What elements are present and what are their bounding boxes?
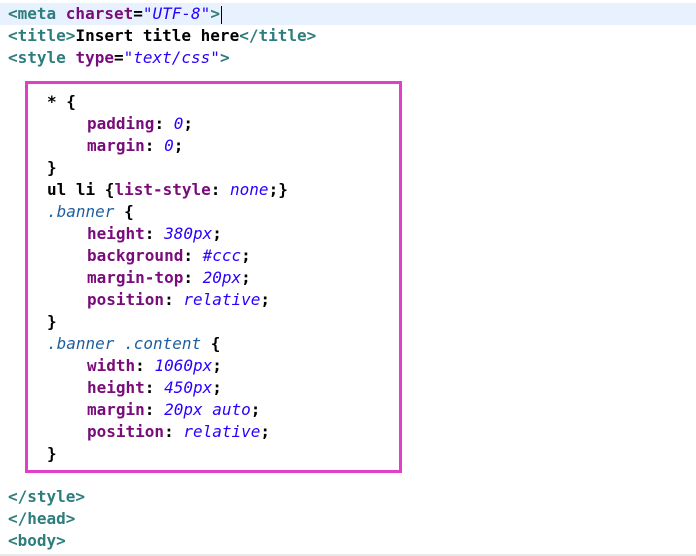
semicolon: ; bbox=[173, 136, 184, 155]
property-name: position bbox=[87, 290, 165, 309]
property-value: 450px bbox=[164, 378, 213, 397]
css-line-margin[interactable]: margin: 0; bbox=[87, 135, 183, 157]
css-line-position[interactable]: position: relative; bbox=[87, 289, 270, 311]
colon: : bbox=[164, 290, 184, 309]
style-open-tag: <style bbox=[8, 48, 76, 67]
colon: : bbox=[144, 136, 165, 155]
ul-li-selector: ul li { bbox=[47, 180, 115, 199]
css-line-width[interactable]: width: 1060px; bbox=[87, 355, 222, 377]
head-close-tag: </head> bbox=[8, 509, 76, 528]
closing-brace: } bbox=[47, 158, 57, 177]
css-line-position[interactable]: position: relative; bbox=[87, 421, 270, 443]
title-text: Insert title here bbox=[75, 26, 240, 45]
meta-close: > bbox=[210, 4, 220, 23]
property-name: margin-top bbox=[87, 268, 184, 287]
meta-value: "UTF-8" bbox=[142, 4, 211, 23]
semicolon: ; bbox=[212, 356, 222, 375]
css-line-banner-selector[interactable]: .banner { bbox=[47, 201, 134, 223]
closing-brace: } bbox=[47, 444, 57, 463]
universal-selector: * { bbox=[47, 92, 76, 111]
style-eq: = bbox=[113, 48, 124, 67]
colon: : bbox=[164, 422, 184, 441]
semicolon: ; bbox=[260, 290, 271, 309]
opening-brace: { bbox=[114, 202, 134, 221]
colon: : bbox=[154, 114, 174, 133]
meta-attr: charset bbox=[65, 4, 134, 23]
body-open-tag: <body> bbox=[8, 531, 66, 550]
property-name: height bbox=[87, 378, 145, 397]
css-line-margin-top[interactable]: margin-top: 20px; bbox=[87, 267, 251, 289]
semicolon: ; bbox=[212, 378, 222, 397]
semicolon: ; bbox=[250, 400, 261, 419]
colon: : bbox=[210, 180, 231, 199]
code-line-style-open[interactable]: <style type="text/css"> bbox=[8, 47, 230, 69]
code-line-head-close[interactable]: </head> bbox=[8, 508, 75, 530]
code-editor[interactable]: <meta charset="UTF-8"> <title>Insert tit… bbox=[0, 0, 696, 556]
css-line-universal-end[interactable]: } bbox=[47, 157, 57, 179]
css-line-height[interactable]: height: 450px; bbox=[87, 377, 222, 399]
property-value: relative bbox=[183, 290, 261, 309]
css-line-height[interactable]: height: 380px; bbox=[87, 223, 222, 245]
property-value: 380px bbox=[164, 224, 213, 243]
css-line-universal-selector[interactable]: * { bbox=[47, 91, 76, 113]
semicolon: ; bbox=[241, 268, 251, 287]
property-name: list-style bbox=[114, 180, 211, 199]
css-line-padding[interactable]: padding: 0; bbox=[87, 113, 193, 135]
property-name: width bbox=[87, 356, 136, 375]
property-value: #ccc bbox=[202, 246, 242, 265]
style-value: "text/css" bbox=[123, 48, 220, 67]
css-line-banner-content-selector[interactable]: .banner .content { bbox=[47, 333, 220, 355]
meta-open-tag: <meta bbox=[8, 4, 66, 23]
semicolon: ; bbox=[241, 246, 251, 265]
colon: : bbox=[144, 378, 165, 397]
code-line-title[interactable]: <title>Insert title here</title> bbox=[8, 25, 316, 47]
style-close: > bbox=[219, 48, 230, 67]
css-line-ul-li[interactable]: ul li {list-style: none;} bbox=[47, 179, 288, 201]
property-name: position bbox=[87, 422, 165, 441]
property-value: relative bbox=[183, 422, 261, 441]
semicolon: ; bbox=[183, 114, 193, 133]
code-line-style-close[interactable]: </style> bbox=[8, 486, 85, 508]
css-line-margin[interactable]: margin: 20px auto; bbox=[87, 399, 260, 421]
property-value: 0 bbox=[164, 136, 174, 155]
semicolon: ; bbox=[260, 422, 271, 441]
closing-brace: ;} bbox=[268, 180, 288, 199]
code-line-body-open[interactable]: <body> bbox=[8, 530, 66, 552]
property-name: background bbox=[87, 246, 184, 265]
property-value: none bbox=[230, 180, 269, 199]
property-value: 20px bbox=[202, 268, 242, 287]
property-name: padding bbox=[87, 114, 155, 133]
property-name: height bbox=[87, 224, 145, 243]
css-line-background[interactable]: background: #ccc; bbox=[87, 245, 251, 267]
css-line-banner-end[interactable]: } bbox=[47, 311, 57, 333]
property-name: margin bbox=[87, 400, 145, 419]
semicolon: ; bbox=[212, 224, 222, 243]
banner-content-selector: .banner .content bbox=[47, 334, 202, 353]
title-open-tag: <title> bbox=[8, 26, 76, 45]
property-value: 20px auto bbox=[164, 400, 251, 419]
property-value: 1060px bbox=[154, 356, 213, 375]
closing-brace: } bbox=[47, 312, 57, 331]
property-name: margin bbox=[87, 136, 145, 155]
banner-selector: .banner bbox=[47, 202, 115, 221]
style-attr: type bbox=[75, 48, 114, 67]
css-line-banner-content-end[interactable]: } bbox=[47, 443, 57, 465]
opening-brace: { bbox=[201, 334, 221, 353]
colon: : bbox=[183, 246, 203, 265]
property-value: 0 bbox=[173, 114, 184, 133]
code-line-meta[interactable]: <meta charset="UTF-8"> bbox=[0, 3, 696, 25]
colon: : bbox=[144, 400, 165, 419]
meta-eq: = bbox=[133, 4, 143, 23]
colon: : bbox=[135, 356, 155, 375]
colon: : bbox=[144, 224, 165, 243]
title-close-tag: </title> bbox=[239, 26, 317, 45]
colon: : bbox=[183, 268, 203, 287]
style-close-tag: </style> bbox=[8, 487, 86, 506]
text-caret bbox=[220, 5, 222, 24]
